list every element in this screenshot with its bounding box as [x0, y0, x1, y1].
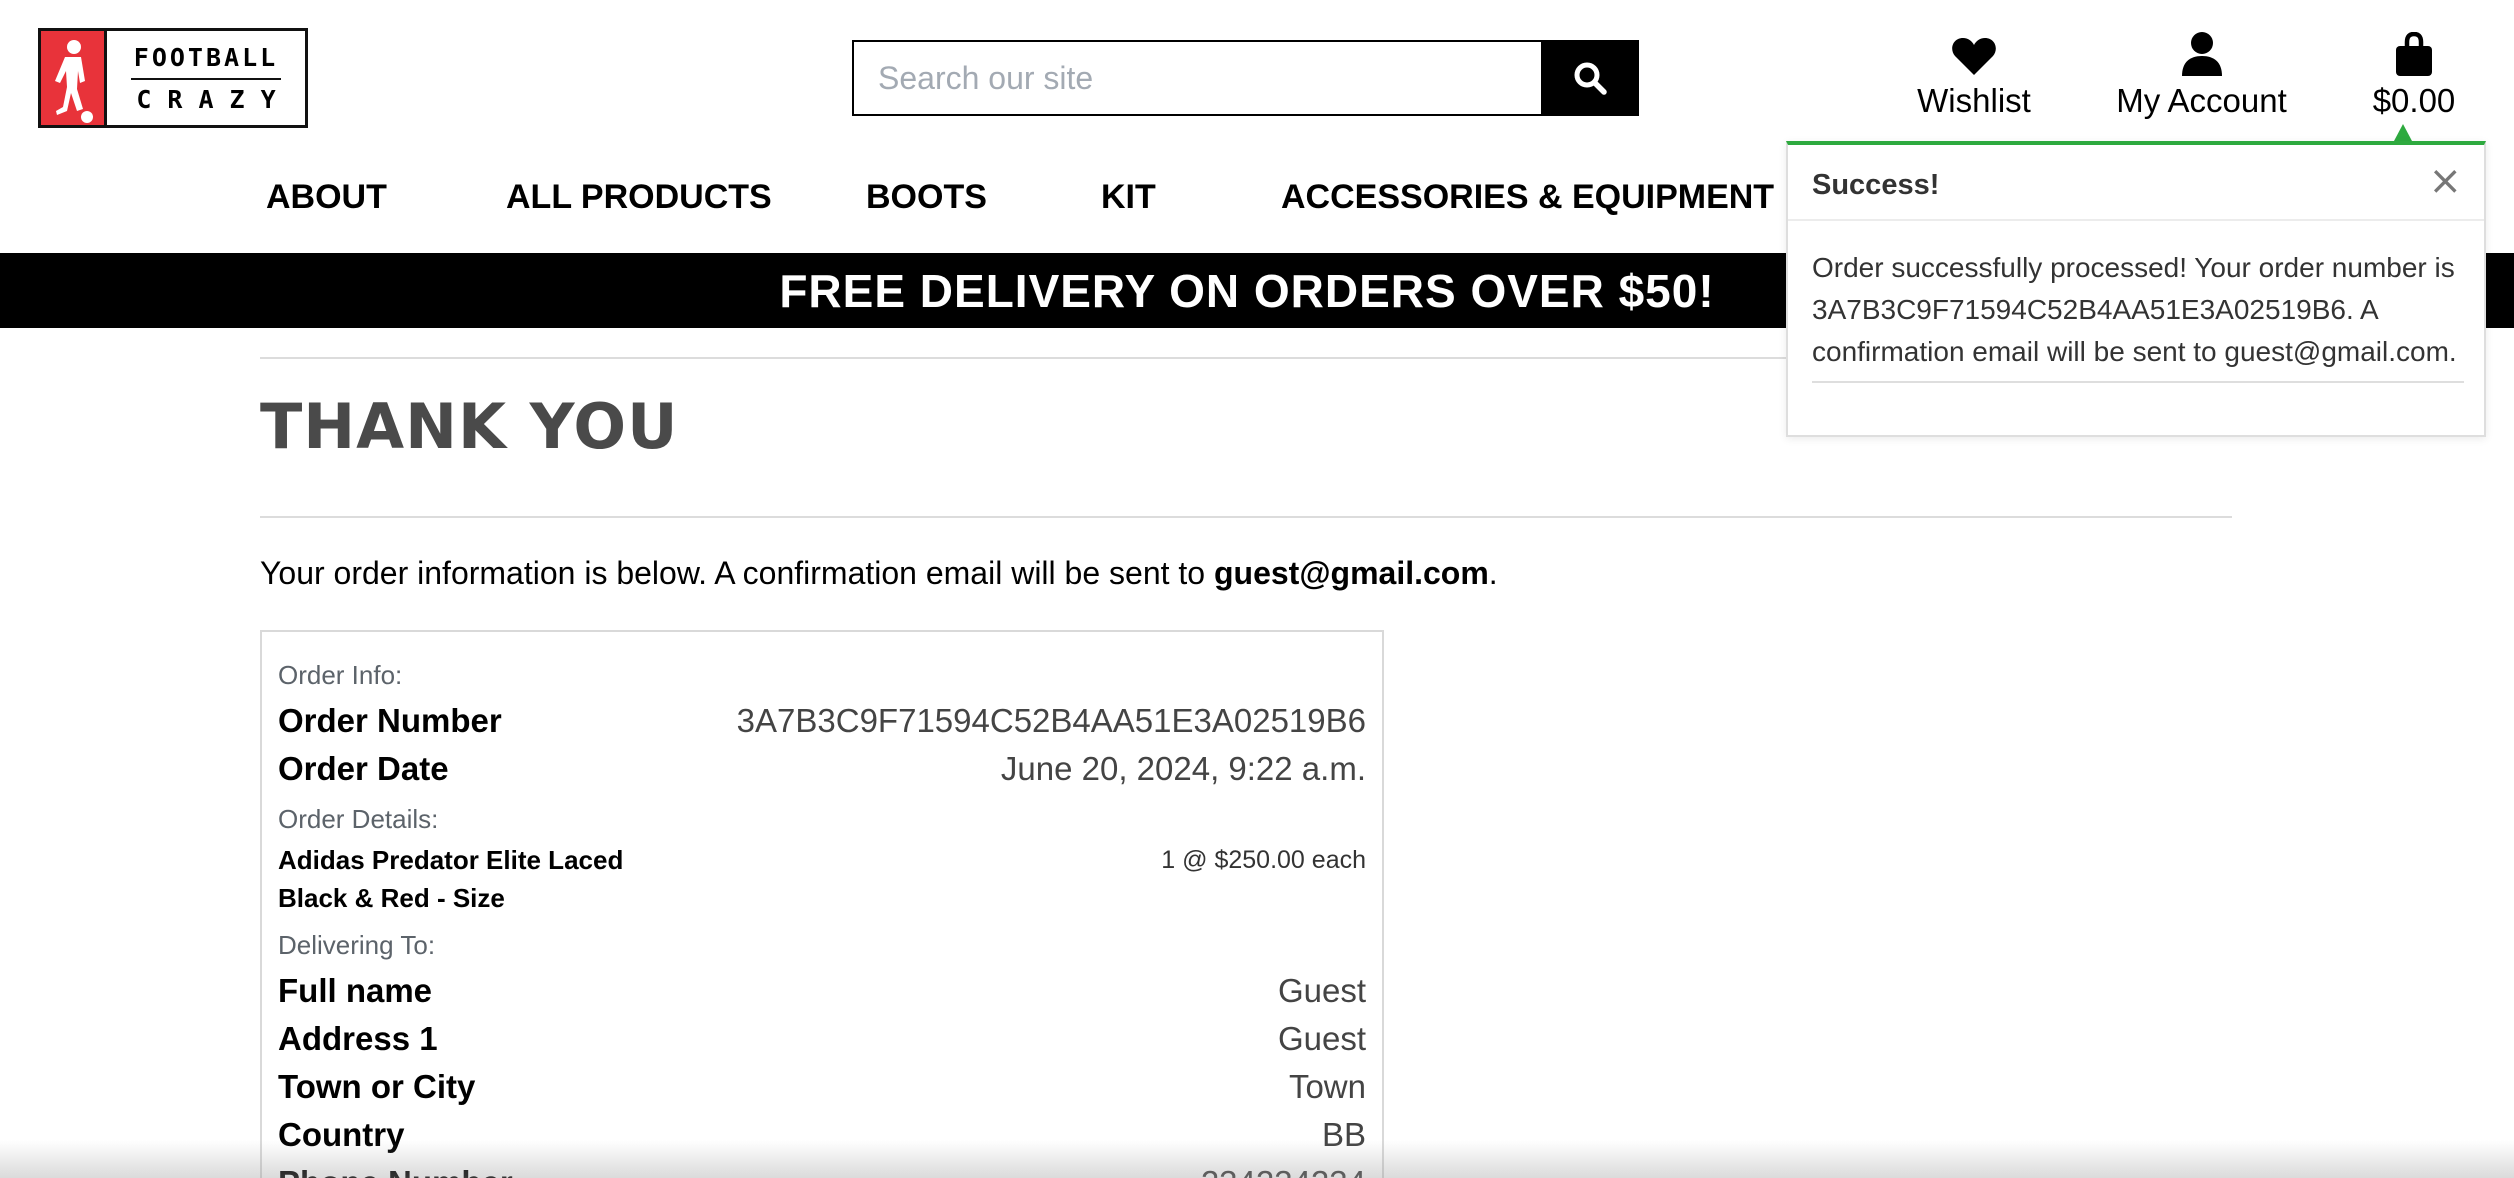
order-date-key: Order Date [278, 750, 449, 787]
search-form [852, 40, 1639, 116]
shopping-bag-icon [2396, 32, 2432, 76]
order-item-name: Adidas Predator Elite Laced Black & Red … [278, 841, 658, 917]
address-1-value: Guest [1277, 1020, 1366, 1057]
full-name-value: Guest [1277, 972, 1366, 1009]
town-or-city-value: Town [1288, 1068, 1366, 1105]
intro-prefix: Your order information is below. A confi… [260, 555, 1214, 591]
my-account-link[interactable]: My Account [2114, 30, 2289, 120]
order-number-key: Order Number [278, 702, 502, 739]
toast-message: Order successfully processed! Your order… [1812, 252, 2457, 367]
wishlist-label: Wishlist [1917, 82, 2031, 119]
order-date-value: June 20, 2024, 9:22 a.m. [1000, 750, 1366, 787]
address-1-key: Address 1 [278, 1020, 438, 1057]
my-account-label: My Account [2116, 82, 2287, 119]
order-item-quantity: 1 @ $250.00 each [1161, 846, 1366, 874]
wishlist-link[interactable]: Wishlist [1914, 30, 2034, 120]
heart-icon [1952, 38, 1996, 75]
toast-bottom-rule [1812, 381, 2464, 383]
page-title: THANK YOU [260, 390, 679, 463]
order-number-value: 3A7B3C9F71594C52B4AA51E3A02519B6 [736, 702, 1366, 739]
nav-item-boots[interactable]: BOOTS [866, 178, 987, 217]
logo-line-1: FOOTBALL [133, 42, 279, 72]
logo-wordmark: FOOTBALL CRAZY [107, 31, 305, 125]
nav-item-accessories-equipment[interactable]: ACCESSORIES & EQUIPMENT [1281, 178, 1774, 217]
nav-item-about[interactable]: ABOUT [266, 178, 387, 217]
order-info-label: Order Info: [278, 660, 403, 690]
order-item-line-1: Adidas Predator Elite Laced [278, 845, 624, 875]
page-bottom-shadow [0, 1140, 2514, 1178]
order-summary-card: Order Info: Order Number 3A7B3C9F71594C5… [260, 630, 1384, 1178]
full-name-key: Full name [278, 972, 433, 1009]
search-icon [1574, 62, 1607, 95]
banner-text: FREE DELIVERY ON ORDERS OVER $50! [779, 264, 1715, 317]
search-input[interactable] [852, 40, 1541, 116]
bag-total: $0.00 [2372, 82, 2456, 119]
toast-title: Success! [1812, 169, 1940, 201]
order-intro-text: Your order information is below. A confi… [260, 555, 1498, 592]
success-toast: Success! × Order successfully processed!… [1786, 141, 2486, 437]
order-details-label: Order Details: [278, 804, 439, 834]
shopping-bag-link[interactable]: $0.00 [2364, 30, 2464, 120]
footballer-icon [41, 31, 107, 125]
toast-pointer [2394, 124, 2412, 141]
order-item-line-2: Black & Red - Size [278, 883, 505, 913]
divider [260, 516, 2232, 518]
user-icon [2181, 32, 2222, 76]
logo-line-2: CRAZY [136, 84, 292, 114]
nav-item-kit[interactable]: KIT [1101, 178, 1156, 217]
intro-suffix: . [1488, 555, 1498, 591]
toast-divider [1788, 219, 2484, 221]
close-icon[interactable]: × [2428, 161, 2462, 201]
nav-item-all-products[interactable]: ALL PRODUCTS [506, 178, 772, 217]
logo-divider [131, 77, 281, 80]
search-button[interactable] [1541, 40, 1639, 116]
delivering-to-label: Delivering To: [278, 930, 436, 960]
intro-email: guest@gmail.com [1213, 555, 1489, 591]
site-logo[interactable]: FOOTBALL CRAZY [38, 28, 308, 128]
town-or-city-key: Town or City [278, 1068, 476, 1105]
